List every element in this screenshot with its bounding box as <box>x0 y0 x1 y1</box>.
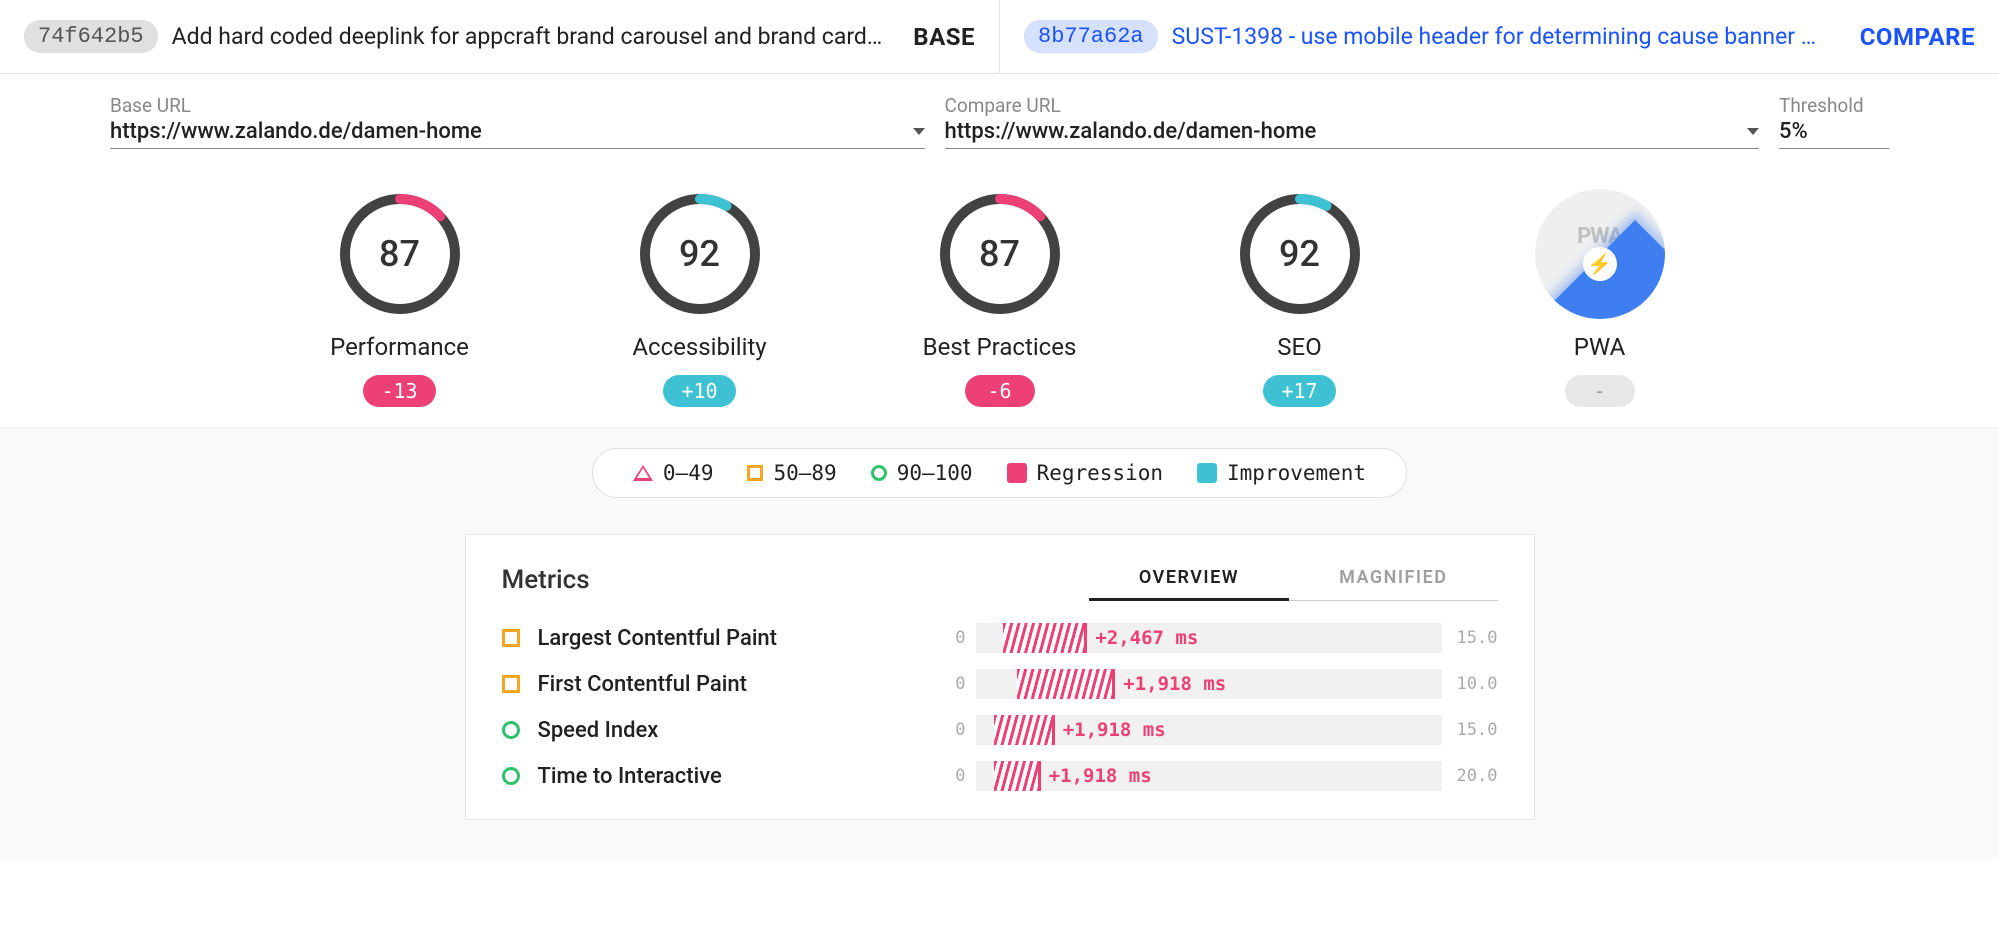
gauge-score: 92 <box>1235 189 1365 319</box>
gauge-accessibility[interactable]: 92 Accessibility +10 <box>605 189 795 407</box>
chevron-down-icon[interactable] <box>1747 128 1759 135</box>
bar-max: 10.0 <box>1452 674 1498 694</box>
bar-min: 0 <box>946 674 966 694</box>
triangle-icon <box>633 465 653 481</box>
gauge-ring: 87 <box>335 189 465 319</box>
gauge-label: Best Practices <box>923 333 1077 361</box>
metric-row[interactable]: Speed Index 0 +1,918 ms 15.0 <box>502 707 1498 753</box>
base-header: 74f642b5 Add hard coded deeplink for app… <box>0 0 1000 73</box>
gauge-ring: 92 <box>1235 189 1365 319</box>
metrics-section: 0–49 50–89 90–100 Regression Improvement… <box>0 427 1999 860</box>
bar-min: 0 <box>946 720 966 740</box>
gauge-label: Performance <box>330 333 469 361</box>
gauge-label: PWA <box>1574 333 1626 361</box>
square-icon <box>502 675 520 693</box>
gauge-performance[interactable]: 87 Performance -13 <box>305 189 495 407</box>
base-url-field[interactable]: Base URL https://www.zalando.de/damen-ho… <box>110 94 925 149</box>
gauge-label: Accessibility <box>632 333 766 361</box>
score-legend: 0–49 50–89 90–100 Regression Improvement <box>592 448 1407 498</box>
compare-url-value: https://www.zalando.de/damen-home <box>945 119 1748 144</box>
bar-delta: +1,918 ms <box>1049 765 1152 787</box>
threshold-value: 5% <box>1779 119 1889 144</box>
bar-max: 20.0 <box>1452 766 1498 786</box>
compare-commit-hash[interactable]: 8b77a62a <box>1024 20 1158 53</box>
compare-url-field[interactable]: Compare URL https://www.zalando.de/damen… <box>945 94 1760 149</box>
improvement-swatch-icon <box>1197 463 1217 483</box>
bar-track: +1,918 ms <box>976 761 1442 791</box>
bar-delta: +1,918 ms <box>1063 719 1166 741</box>
score-gauges: 87 Performance -13 92 Accessibility +10 87 Best… <box>0 159 1999 427</box>
gauge-score: 92 <box>635 189 765 319</box>
gauge-delta-badge: - <box>1565 375 1635 407</box>
metrics-title: Metrics <box>502 565 1089 595</box>
chevron-down-icon[interactable] <box>913 128 925 135</box>
bar-track: +2,467 ms <box>976 623 1442 653</box>
gauge-delta-badge: +10 <box>663 375 735 407</box>
square-icon <box>747 465 763 481</box>
bar-min: 0 <box>946 628 966 648</box>
legend-regression: Regression <box>1007 461 1163 485</box>
metric-bar: 0 +1,918 ms 15.0 <box>946 715 1498 745</box>
compare-header: 74f642b5 Add hard coded deeplink for app… <box>0 0 1999 74</box>
bar-delta: +1,918 ms <box>1123 673 1226 695</box>
base-commit-message: Add hard coded deeplink for appcraft bra… <box>172 23 900 50</box>
regression-swatch-icon <box>1007 463 1027 483</box>
base-commit-hash[interactable]: 74f642b5 <box>24 20 158 53</box>
metric-bar: 0 +1,918 ms 10.0 <box>946 669 1498 699</box>
circle-icon <box>871 465 887 481</box>
url-controls: Base URL https://www.zalando.de/damen-ho… <box>0 74 1999 159</box>
gauge-delta-badge: -6 <box>965 375 1035 407</box>
metric-row[interactable]: First Contentful Paint 0 +1,918 ms 10.0 <box>502 661 1498 707</box>
metric-row[interactable]: Time to Interactive 0 +1,918 ms 20.0 <box>502 753 1498 799</box>
gauge-delta-badge: +17 <box>1263 375 1335 407</box>
base-url-label: Base URL <box>110 94 925 117</box>
compare-side-label[interactable]: COMPARE <box>1860 23 1975 51</box>
gauge-score: 87 <box>935 189 1065 319</box>
compare-commit-message: SUST-1398 - use mobile header for determ… <box>1172 23 1846 50</box>
metric-name: Time to Interactive <box>538 764 928 789</box>
bar-max: 15.0 <box>1452 628 1498 648</box>
gauge-delta-badge: -13 <box>363 375 435 407</box>
compare-url-label: Compare URL <box>945 94 1760 117</box>
legend-good: 90–100 <box>871 461 973 485</box>
gauge-seo[interactable]: 92 SEO +17 <box>1205 189 1395 407</box>
threshold-label: Threshold <box>1779 94 1889 117</box>
metric-row[interactable]: Largest Contentful Paint 0 +2,467 ms 15.0 <box>502 615 1498 661</box>
square-icon <box>502 629 520 647</box>
circle-icon <box>502 767 520 785</box>
base-url-value: https://www.zalando.de/damen-home <box>110 119 913 144</box>
bar-track: +1,918 ms <box>976 715 1442 745</box>
tab-magnified[interactable]: MAGNIFIED <box>1289 559 1497 601</box>
circle-icon <box>502 721 520 739</box>
gauge-best-practices[interactable]: 87 Best Practices -6 <box>905 189 1095 407</box>
gauge-label: SEO <box>1277 333 1321 361</box>
bolt-icon: ⚡ <box>1583 247 1617 281</box>
gauge-score: 87 <box>335 189 465 319</box>
metrics-tabs: OVERVIEW MAGNIFIED <box>1089 559 1498 601</box>
metric-name: First Contentful Paint <box>538 672 928 697</box>
gauge-ring: 87 <box>935 189 1065 319</box>
bar-track: +1,918 ms <box>976 669 1442 699</box>
metric-name: Largest Contentful Paint <box>538 626 928 651</box>
metrics-card: Metrics OVERVIEW MAGNIFIED Largest Conte… <box>465 534 1535 820</box>
metric-bar: 0 +2,467 ms 15.0 <box>946 623 1498 653</box>
legend-poor: 0–49 <box>633 461 714 485</box>
metric-bar: 0 +1,918 ms 20.0 <box>946 761 1498 791</box>
gauge-ring: 92 <box>635 189 765 319</box>
tab-overview[interactable]: OVERVIEW <box>1089 559 1289 601</box>
pwa-gauge: PWA⚡ <box>1535 189 1665 319</box>
bar-delta: +2,467 ms <box>1095 627 1198 649</box>
bar-max: 15.0 <box>1452 720 1498 740</box>
legend-average: 50–89 <box>747 461 836 485</box>
bar-min: 0 <box>946 766 966 786</box>
threshold-field[interactable]: Threshold 5% <box>1779 94 1889 149</box>
compare-header-side: 8b77a62a SUST-1398 - use mobile header f… <box>1000 0 1999 73</box>
legend-improvement: Improvement <box>1197 461 1366 485</box>
metric-name: Speed Index <box>538 718 928 743</box>
gauge-pwa[interactable]: PWA⚡ PWA - <box>1505 189 1695 407</box>
base-side-label: BASE <box>913 23 975 51</box>
